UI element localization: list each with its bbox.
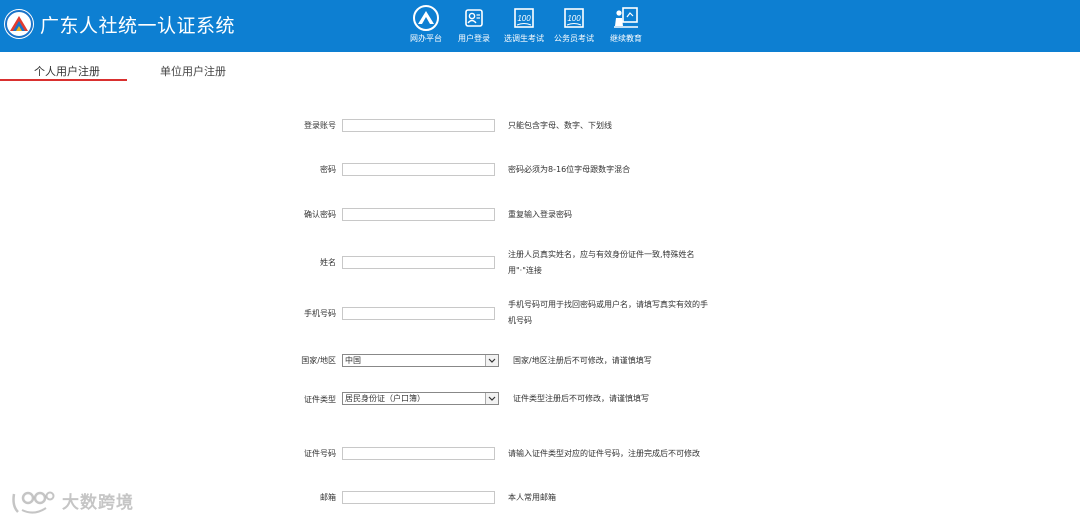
confirm-password-hint: 重复输入登录密码 bbox=[508, 210, 572, 219]
country-hint: 国家/地区注册后不可修改，请谨慎填写 bbox=[513, 356, 652, 365]
email-input[interactable] bbox=[342, 491, 495, 504]
phone-label: 手机号码 bbox=[304, 309, 336, 318]
login-account-hint: 只能包含字母、数字、下划线 bbox=[508, 121, 612, 130]
id-number-hint: 请输入证件类型对应的证件号码，注册完成后不可修改 bbox=[508, 449, 700, 458]
watermark: 大数跨境 bbox=[10, 488, 160, 518]
country-label: 国家/地区 bbox=[301, 356, 336, 365]
watermark-logo-icon bbox=[12, 491, 55, 514]
login-account-input[interactable] bbox=[342, 119, 495, 132]
watermark-text: 大数跨境 bbox=[62, 493, 134, 513]
password-input[interactable] bbox=[342, 163, 495, 176]
confirm-password-label: 确认密码 bbox=[304, 210, 336, 219]
id-type-select-value: 居民身份证（户口簿） bbox=[345, 394, 425, 403]
id-type-select[interactable]: 居民身份证（户口簿） bbox=[342, 392, 499, 405]
password-hint: 密码必须为8-16位字母跟数字混合 bbox=[508, 165, 631, 174]
chevron-down-icon[interactable] bbox=[485, 355, 498, 366]
phone-hint-line1: 手机号码可用于找回密码或用户名，请填写真实有效的手 bbox=[508, 300, 708, 309]
name-hint-line2: 用"·"连接 bbox=[508, 266, 542, 275]
country-select[interactable]: 中国 bbox=[342, 354, 499, 367]
id-type-label: 证件类型 bbox=[304, 395, 336, 404]
password-label: 密码 bbox=[320, 165, 336, 174]
name-hint: 注册人员真实姓名，应与有效身份证件一致,特殊姓名 用"·"连接 bbox=[508, 247, 738, 279]
email-hint: 本人常用邮箱 bbox=[508, 493, 556, 502]
chevron-down-icon[interactable] bbox=[485, 393, 498, 404]
login-account-label: 登录账号 bbox=[304, 121, 336, 130]
name-hint-line1: 注册人员真实姓名，应与有效身份证件一致,特殊姓名 bbox=[508, 250, 695, 259]
email-label: 邮箱 bbox=[320, 493, 336, 502]
phone-input[interactable] bbox=[342, 307, 495, 320]
phone-hint-line2: 机号码 bbox=[508, 316, 532, 325]
registration-form: 登录账号 只能包含字母、数字、下划线 密码 密码必须为8-16位字母跟数字混合 … bbox=[0, 0, 1080, 525]
phone-hint: 手机号码可用于找回密码或用户名，请填写真实有效的手 机号码 bbox=[508, 297, 738, 329]
id-number-label: 证件号码 bbox=[304, 449, 336, 458]
id-type-hint: 证件类型注册后不可修改，请谨慎填写 bbox=[513, 394, 649, 403]
name-input[interactable] bbox=[342, 256, 495, 269]
id-number-input[interactable] bbox=[342, 447, 495, 460]
country-select-value: 中国 bbox=[345, 356, 361, 365]
name-label: 姓名 bbox=[320, 258, 336, 267]
confirm-password-input[interactable] bbox=[342, 208, 495, 221]
